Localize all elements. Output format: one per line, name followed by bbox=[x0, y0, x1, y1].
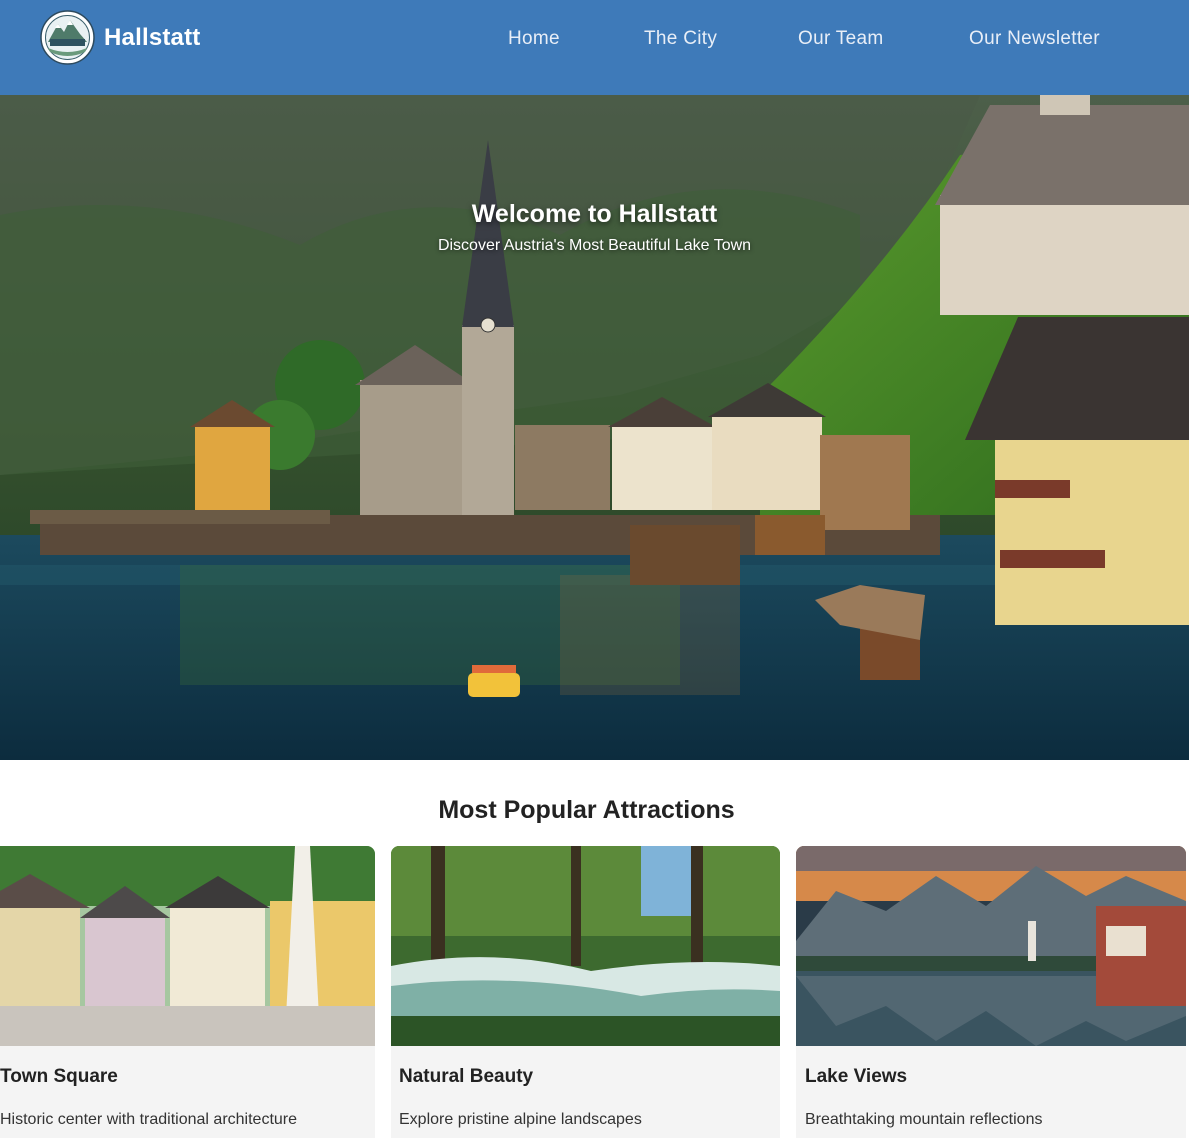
nav-home-link[interactable]: Home bbox=[508, 28, 560, 50]
attraction-card-natural-beauty[interactable]: Natural Beauty Explore pristine alpine l… bbox=[391, 846, 780, 1138]
attraction-card-lake-views[interactable]: Lake Views Breathtaking mountain reflect… bbox=[796, 846, 1186, 1138]
card-title: Town Square bbox=[0, 1066, 118, 1087]
nav-our-newsletter-link[interactable]: Our Newsletter bbox=[969, 28, 1100, 50]
attraction-card-town-square[interactable]: Town Square Historic center with traditi… bbox=[0, 846, 375, 1138]
card-title: Natural Beauty bbox=[399, 1066, 534, 1087]
nav-the-city-link[interactable]: The City bbox=[644, 28, 717, 50]
card-description: Breathtaking mountain reflections bbox=[805, 1111, 1043, 1128]
hallstatt-lake-village-photo bbox=[0, 95, 1189, 760]
hero-banner: Welcome to Hallstatt Discover Austria's … bbox=[0, 95, 1189, 760]
hero-title: Welcome to Hallstatt bbox=[471, 200, 718, 228]
hero-subtitle: Discover Austria's Most Beautiful Lake T… bbox=[437, 237, 752, 254]
alpine-stream-photo bbox=[391, 846, 780, 1046]
lake-mountain-reflection-photo bbox=[796, 846, 1186, 1046]
card-description: Explore pristine alpine landscapes bbox=[399, 1111, 642, 1128]
card-title: Lake Views bbox=[805, 1066, 908, 1087]
town-square-photo bbox=[0, 846, 375, 1046]
attractions-heading: Most Popular Attractions bbox=[438, 796, 735, 824]
card-description: Historic center with traditional archite… bbox=[0, 1111, 298, 1128]
main-nav: Home The City Our Team Our Newsletter bbox=[0, 28, 1189, 58]
nav-our-team-link[interactable]: Our Team bbox=[798, 28, 883, 50]
top-navbar: Hallstatt Home The City Our Team Our New… bbox=[0, 0, 1189, 95]
